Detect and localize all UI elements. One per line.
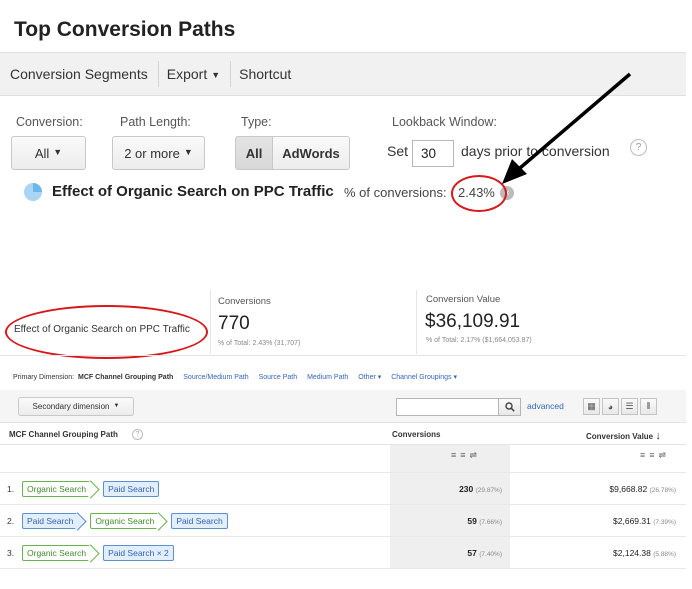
- export-label: Export: [166, 66, 208, 82]
- arrow-down-icon: ↓: [655, 430, 661, 442]
- conversions-summary-value: 770: [218, 313, 250, 334]
- row-rule: [0, 504, 686, 505]
- page-title: Top Conversion Paths: [14, 18, 236, 41]
- path-step-organic[interactable]: Organic Search: [90, 513, 160, 529]
- toolbar-divider: [157, 61, 159, 87]
- secondary-dimension-dropdown[interactable]: Secondary dimension ▼: [18, 397, 134, 416]
- primary-dimension-bar: Primary Dimension: MCF Channel Grouping …: [13, 373, 457, 381]
- channel-groupings-label: Channel Groupings: [391, 374, 452, 381]
- row-conversions: 59 (7.66%): [467, 516, 502, 526]
- row-number: 3.: [7, 548, 15, 558]
- chevron-down-icon: ▼: [113, 402, 120, 409]
- segment-pct-label: % of conversions:: [344, 185, 447, 200]
- conversions-summary-label: Conversions: [218, 296, 271, 307]
- comparison-view-icon[interactable]: ⦀: [640, 398, 657, 415]
- summary-rule: [0, 355, 686, 356]
- col-header-conversions[interactable]: Conversions: [392, 430, 440, 439]
- row-value: $2,669.31 (7.39%): [613, 516, 676, 526]
- dimension-other-label: Other: [358, 374, 376, 381]
- row-conversions: 57 (7.40%): [467, 548, 502, 558]
- table-header-rule: [0, 444, 686, 445]
- chevron-down-icon: ▼: [211, 70, 221, 80]
- path-step-paid[interactable]: Paid Search × 2: [103, 545, 174, 561]
- search-icon[interactable]: [499, 398, 521, 416]
- row-rule: [0, 568, 686, 569]
- path-step-paid[interactable]: Paid Search: [103, 481, 160, 497]
- path-length-label: Path Length:: [120, 115, 191, 129]
- row-number: 1.: [7, 484, 15, 494]
- dimension-link-source-medium[interactable]: Source/Medium Path: [183, 374, 248, 381]
- row-value: $2,124.38 (5.88%): [613, 548, 676, 558]
- value-sort-icons[interactable]: ≡≡⇌: [640, 450, 670, 461]
- chevron-down-icon: ▼: [183, 147, 193, 157]
- type-adwords-button[interactable]: AdWords: [272, 136, 350, 170]
- row-number: 2.: [7, 516, 15, 526]
- dimension-link-other[interactable]: Other ▾: [358, 374, 381, 381]
- dimension-link-source[interactable]: Source Path: [259, 374, 298, 381]
- shortcut-button[interactable]: Shortcut: [239, 66, 299, 82]
- summary-divider: [210, 290, 211, 354]
- chevron-down-icon: ▼: [53, 147, 63, 157]
- type-label: Type:: [241, 115, 272, 129]
- conversion-dropdown-value: All: [34, 145, 50, 161]
- advanced-link[interactable]: advanced: [527, 401, 564, 411]
- row-value: $9,668.82 (26.78%): [609, 484, 676, 494]
- dimension-link-channel-groupings[interactable]: Channel Groupings ▾: [391, 374, 457, 381]
- value-summary-sub: % of Total: 2.17% ($1,664,053.87): [426, 337, 532, 344]
- conversion-segments-button[interactable]: Conversion Segments: [10, 66, 156, 82]
- export-button[interactable]: Export ▼: [167, 66, 228, 82]
- col-header-value-label: Conversion Value: [586, 432, 654, 441]
- row-rule: [0, 472, 686, 473]
- conversions-summary-sub: % of Total: 2.43% (31,707): [218, 340, 301, 347]
- type-all-button[interactable]: All: [235, 136, 273, 170]
- lookback-prefix: Set: [387, 143, 409, 159]
- secondary-dimension-label: Secondary dimension: [32, 402, 110, 411]
- table-search-input[interactable]: [396, 398, 499, 416]
- conversion-dropdown[interactable]: All ▼: [11, 136, 86, 170]
- toolbar-divider: [230, 61, 232, 87]
- chevron-down-icon: ▾: [453, 374, 458, 381]
- table-row-path: Organic Search Paid Search × 2: [22, 544, 180, 562]
- path-step-paid[interactable]: Paid Search: [171, 513, 228, 529]
- segment-name: Effect of Organic Search on PPC Traffic: [52, 183, 334, 200]
- row-conversions: 230 (29.87%): [459, 484, 502, 494]
- path-step-organic[interactable]: Organic Search: [22, 481, 92, 497]
- table-view-icon[interactable]: ▦: [583, 398, 600, 415]
- primary-dimension-label: Primary Dimension:: [13, 374, 75, 381]
- value-summary-label: Conversion Value: [426, 294, 501, 305]
- annotation-arrow: [502, 72, 632, 184]
- value-summary-value: $36,109.91: [425, 311, 521, 332]
- path-length-value: 2 or more: [124, 145, 180, 161]
- path-length-dropdown[interactable]: 2 or more ▼: [112, 136, 205, 170]
- dimension-link-medium[interactable]: Medium Path: [307, 374, 348, 381]
- help-icon[interactable]: ?: [132, 429, 143, 440]
- summary-divider: [416, 290, 417, 354]
- conversion-filter-label: Conversion:: [16, 115, 83, 129]
- pie-view-icon[interactable]: ◕: [602, 398, 619, 415]
- dimension-active: MCF Channel Grouping Path: [78, 374, 174, 381]
- row-rule: [0, 536, 686, 537]
- col-header-path[interactable]: MCF Channel Grouping Path: [9, 430, 118, 439]
- performance-view-icon[interactable]: ☰: [621, 398, 638, 415]
- table-row-path: Paid Search Organic Search Paid Search: [22, 512, 234, 530]
- lookback-days-input[interactable]: [412, 140, 454, 167]
- table-row-path: Organic Search Paid Search: [22, 480, 165, 498]
- summary-segment-label: Effect of Organic Search on PPC Traffic: [14, 324, 190, 335]
- col-header-value[interactable]: Conversion Value ↓: [586, 430, 661, 442]
- segment-pie-icon: [24, 183, 42, 201]
- chevron-down-icon: ▾: [377, 374, 382, 381]
- conversions-sort-icons[interactable]: ≡≡⇌: [451, 450, 481, 461]
- path-step-organic[interactable]: Organic Search: [22, 545, 92, 561]
- path-step-paid[interactable]: Paid Search: [22, 513, 79, 529]
